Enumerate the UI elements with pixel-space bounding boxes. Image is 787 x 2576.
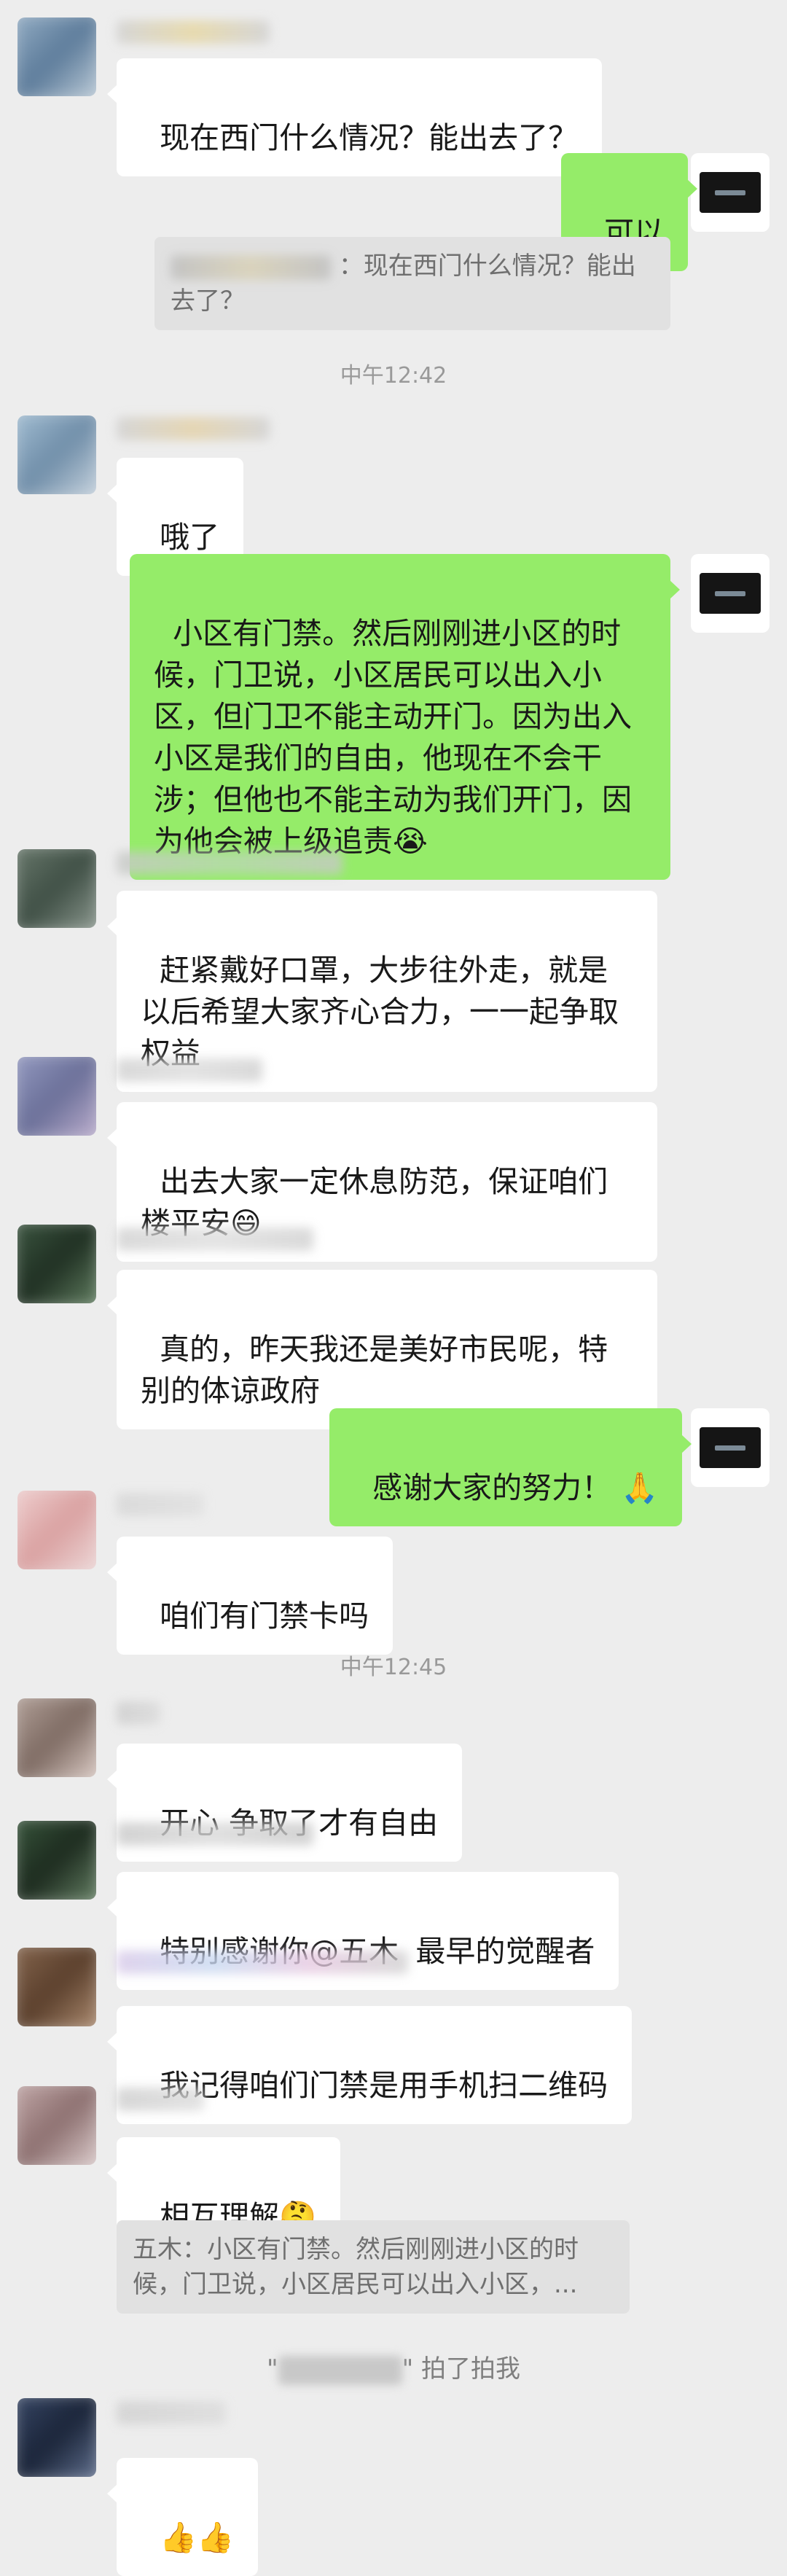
sender-name — [117, 417, 270, 440]
avatar[interactable] — [17, 1225, 96, 1303]
avatar[interactable] — [17, 1491, 96, 1569]
quote-text: 五木：小区有门禁。然后刚刚进小区的时候，门卫说，小区居民可以出入小区，... — [133, 2235, 579, 2299]
message-text: 现在西门什么情况？能出去了？ — [160, 120, 579, 155]
timestamp: 中午12:42 — [340, 363, 447, 389]
avatar[interactable] — [17, 2398, 96, 2477]
screen-thumbnail-icon — [700, 172, 761, 213]
sender-name — [117, 1701, 160, 1725]
pat-sender-name — [278, 2355, 402, 2385]
quoted-message[interactable]: 五木：小区有门禁。然后刚刚进小区的时候，门卫说，小区居民可以出入小区，... — [117, 2220, 630, 2314]
self-avatar[interactable] — [691, 554, 770, 633]
avatar[interactable] — [17, 1948, 96, 2026]
sender-name — [117, 1227, 313, 1251]
avatar[interactable] — [17, 2086, 96, 2165]
sender-name — [117, 2088, 204, 2111]
avatar[interactable] — [17, 1821, 96, 1900]
message-bubble[interactable]: 小区有门禁。然后刚刚进小区的时候，门卫说，小区居民可以出入小区，但门卫不能主动开… — [130, 554, 680, 880]
message-text: 感谢大家的努力！ — [372, 1470, 612, 1505]
avatar[interactable] — [17, 17, 96, 96]
message-bubble[interactable]: 👍👍 — [106, 2458, 259, 2576]
self-avatar[interactable] — [691, 153, 770, 232]
pat-notice: " " 拍了拍我 — [0, 2349, 787, 2385]
screen-thumbnail-icon — [700, 1427, 761, 1468]
folded-hands-icon: 🙏 — [621, 1470, 659, 1505]
screen-thumbnail-icon — [700, 573, 761, 614]
message-text: 小区有门禁。然后刚刚进小区的时候，门卫说，小区居民可以出入小区，但门卫不能主动开… — [154, 616, 632, 859]
pat-suffix: " 拍了拍我 — [402, 2354, 521, 2384]
message-bubble[interactable]: 感谢大家的努力！ 🙏 — [329, 1408, 692, 1526]
sender-name — [117, 1493, 204, 1516]
pat-prefix: " — [266, 2354, 278, 2384]
timestamp: 中午12:45 — [340, 1655, 447, 1680]
message-text: 我记得咱们门禁是用手机扫二维码 — [160, 2068, 608, 2103]
message-text: 真的，昨天我还是美好市民呢，特别的体谅政府 — [141, 1332, 608, 1408]
message-text: 咱们有门禁卡吗 — [160, 1599, 369, 1634]
avatar[interactable] — [17, 849, 96, 928]
sender-name — [117, 1058, 262, 1082]
sender-name — [117, 2401, 226, 2424]
message-bubble[interactable]: 现在西门什么情况？能出去了？ — [106, 58, 603, 176]
message-text: 赶紧戴好口罩，大步往外走，就是以后希望大家齐心合力，一一起争取权益 — [141, 953, 619, 1071]
quoted-message[interactable]: ：现在西门什么情况？能出去了？ — [154, 237, 670, 330]
sender-name — [117, 1951, 408, 1974]
sender-name — [117, 20, 270, 44]
avatar[interactable] — [17, 1057, 96, 1136]
sender-name — [117, 1822, 313, 1846]
quoted-sender-name — [171, 254, 331, 280]
message-bubble[interactable]: 真的，昨天我还是美好市民呢，特别的体谅政府 — [107, 1270, 657, 1429]
crying-face-icon: 😭 — [393, 824, 428, 859]
message-bubble[interactable]: 咱们有门禁卡吗 — [106, 1537, 394, 1655]
sender-name — [117, 851, 342, 875]
thumbs-up-icon: 👍👍 — [160, 2520, 235, 2555]
self-avatar[interactable] — [691, 1408, 770, 1487]
message-text: 哦了 — [160, 520, 220, 555]
avatar[interactable] — [17, 1698, 96, 1777]
avatar[interactable] — [17, 415, 96, 494]
